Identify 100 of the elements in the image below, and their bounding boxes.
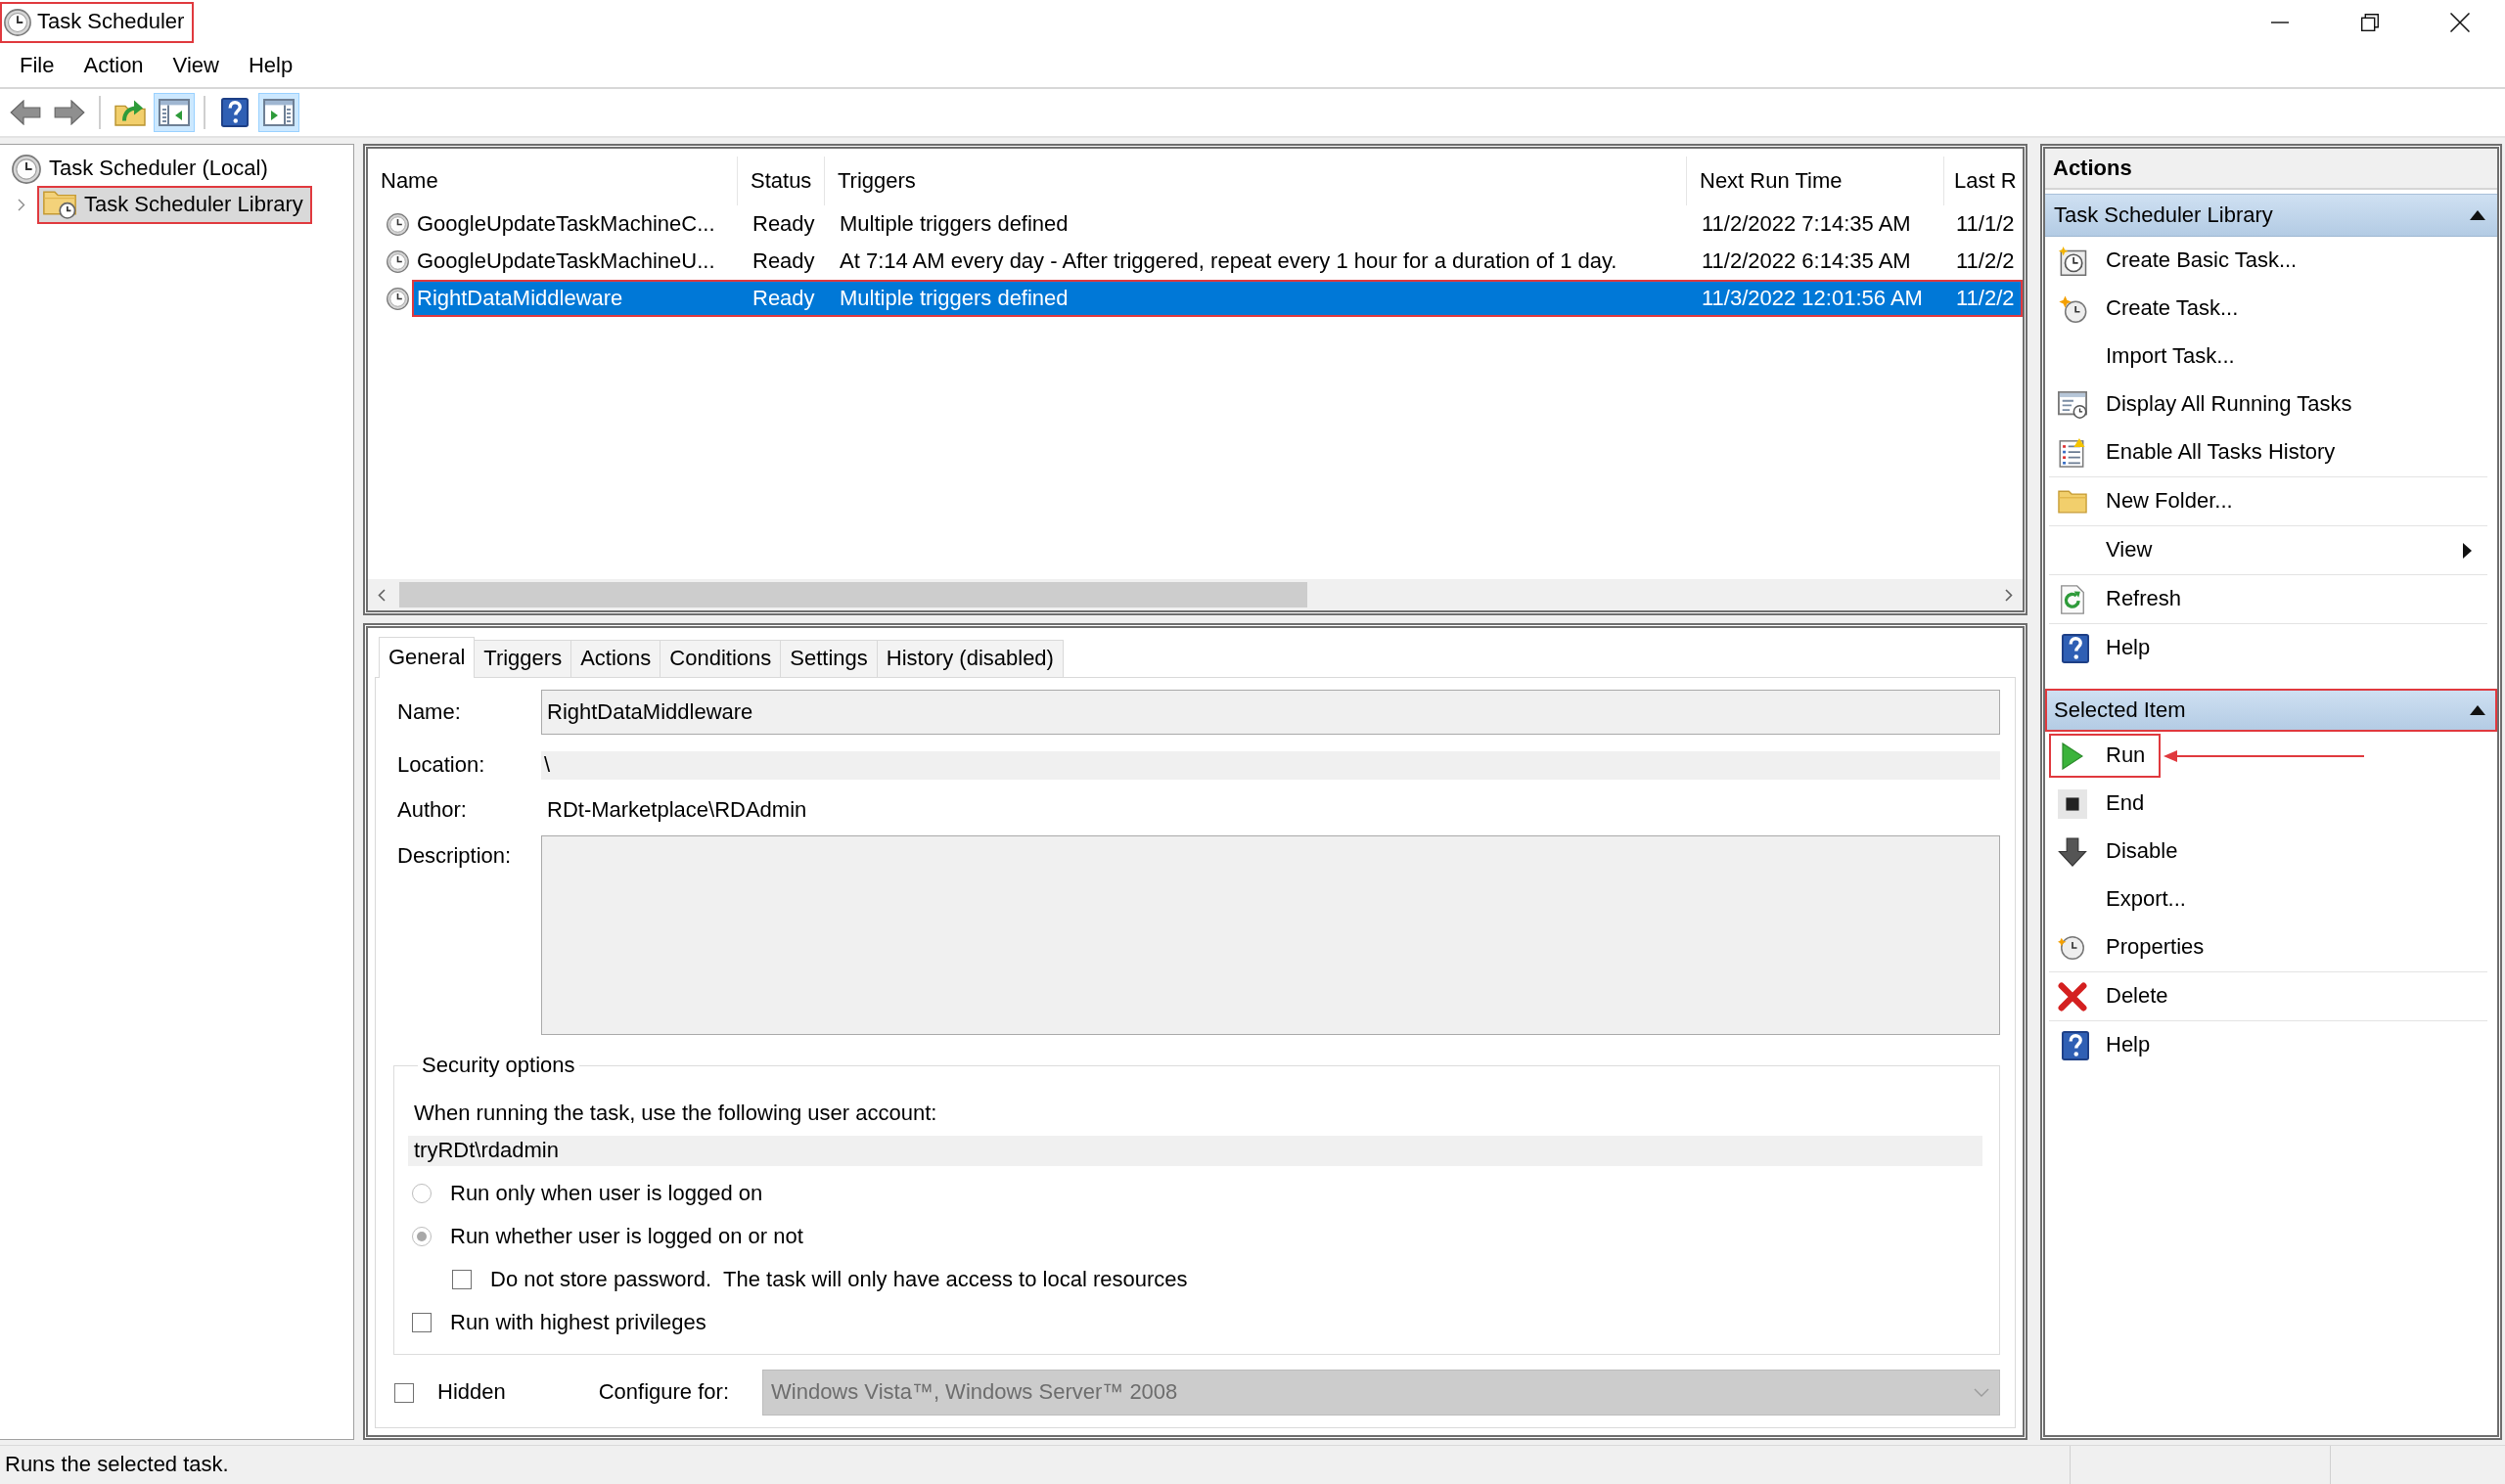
tab[interactable]: Conditions (660, 640, 782, 677)
horizontal-scrollbar[interactable] (368, 579, 2023, 610)
status-text: Runs the selected task. (5, 1452, 229, 1478)
checkbox[interactable] (394, 1382, 414, 1403)
user-account-field: tryRDt\rdadmin (408, 1136, 1982, 1166)
command-link[interactable]: Help (2049, 1023, 2166, 1067)
command-link[interactable]: Import Task... (2049, 335, 2251, 379)
column-header[interactable]: Last R (1944, 157, 2023, 205)
collapse-arrow-icon (2470, 210, 2485, 220)
clock-icon (387, 249, 409, 273)
play-icon (2062, 742, 2083, 770)
close-icon (2450, 12, 2470, 32)
location-field: \ (541, 751, 2000, 780)
folder-clock-icon (43, 191, 76, 219)
clock-sparkle-icon (2058, 246, 2087, 276)
field-label: Location: (397, 752, 486, 779)
option-label: Run whether user is logged on or not (450, 1223, 803, 1250)
command-link[interactable]: Create Basic Task... (2049, 239, 2313, 283)
tab[interactable]: History (disabled) (876, 640, 1064, 677)
table-cell-text: 11/2/2 (1955, 247, 2016, 275)
tab[interactable]: Actions (570, 640, 661, 677)
author-value: RDt-Marketplace\RDAdmin (546, 796, 807, 824)
forward-arrow-icon (54, 100, 85, 125)
group-title: Security options (421, 1053, 576, 1078)
list-icon (2058, 437, 2087, 468)
table-cell-text: Multiple triggers defined (839, 210, 1070, 238)
column-header[interactable]: Status (738, 157, 825, 205)
option-label: Run only when user is logged on (450, 1180, 763, 1207)
collapse-arrow-icon (2470, 705, 2485, 715)
folder-arrow-icon (114, 99, 146, 126)
scroll-right-icon[interactable] (2005, 588, 2013, 602)
scrollbar-thumb[interactable] (399, 582, 1307, 607)
minimize-icon (2271, 21, 2289, 23)
account-prompt: When running the task, use the following user account: (413, 1100, 938, 1127)
radio-button[interactable] (412, 1227, 432, 1246)
menu-item[interactable]: Help (233, 46, 308, 85)
tab[interactable]: Settings (780, 640, 878, 677)
pane-icon (159, 99, 190, 126)
clock-sparkle-icon (2058, 293, 2087, 324)
command-link[interactable]: Disable (2049, 830, 2194, 874)
console-tree-button[interactable] (154, 93, 195, 132)
table-cell-text: Ready (752, 247, 816, 275)
command-link[interactable]: New Folder... (2049, 479, 2249, 523)
table-cell-text: 11/3/2022 12:01:56 AM (1701, 285, 1924, 312)
radio-button[interactable] (412, 1184, 432, 1203)
table-cell-text: 11/1/2 (1955, 210, 2016, 238)
column-header[interactable]: Next Run Time (1687, 157, 1944, 205)
option-label: Do not store password. The task will only have access to local resources (490, 1266, 1188, 1293)
field-label: Author: (397, 796, 468, 824)
table-cell-text: 11/2/2022 7:14:35 AM (1701, 210, 1912, 238)
option-label: Hidden (437, 1379, 506, 1406)
command-link[interactable]: Create Task... (2049, 287, 2254, 331)
command-link[interactable]: Properties (2049, 925, 2220, 969)
table-cell-text: Ready (752, 210, 816, 238)
command-link[interactable]: Delete (2049, 974, 2184, 1018)
menu-item[interactable]: View (158, 46, 234, 85)
command-link[interactable]: Enable All Tasks History (2049, 430, 2351, 474)
menu-item[interactable]: Action (68, 46, 159, 85)
command-link[interactable]: Run (2049, 734, 2162, 778)
menu-item[interactable]: File (5, 46, 69, 85)
tab[interactable]: Triggers (474, 640, 572, 677)
command-link[interactable]: Display All Running Tasks (2049, 382, 2368, 427)
section-header[interactable]: Selected Item (2045, 689, 2497, 732)
scroll-left-icon[interactable] (378, 588, 386, 602)
submenu-arrow-icon (2463, 542, 2472, 559)
tree-item[interactable]: Task Scheduler Library (37, 186, 312, 224)
side-pane-button[interactable] (258, 93, 299, 132)
command-link[interactable]: Refresh (2049, 577, 2198, 621)
task-row[interactable]: RightDataMiddleware Ready Multiple triggers defined 11/3/2022 12:01:56 AM 11/2/2 (412, 280, 2023, 317)
checkbox[interactable] (452, 1270, 472, 1289)
field-label: Name: (397, 698, 462, 726)
pane-title: Actions (2045, 149, 2497, 190)
name-field[interactable]: RightDataMiddleware (541, 690, 2000, 735)
table-cell-text: 11/2/2 (1955, 285, 2016, 312)
task-row[interactable]: GoogleUpdateTaskMachineC... Ready Multiple triggers defined 11/2/2022 7:14:35 AM 11/1/2 (412, 205, 2023, 243)
command-link[interactable]: Help (2049, 626, 2166, 670)
column-header[interactable]: Triggers (825, 157, 1687, 205)
command-link[interactable]: View (2049, 528, 2487, 572)
pane-icon (263, 99, 295, 126)
column-header[interactable]: Name (368, 157, 738, 205)
section-header[interactable]: Task Scheduler Library (2045, 194, 2497, 237)
tab[interactable]: General (379, 637, 476, 678)
table-cell-text: 11/2/2022 6:14:35 AM (1701, 247, 1912, 275)
refresh-icon (2058, 584, 2087, 614)
back-arrow-icon (10, 100, 41, 125)
table-cell-text: RightDataMiddleware (416, 285, 624, 312)
field-label: Description: (397, 843, 513, 870)
down-arrow-icon (2058, 836, 2087, 867)
command-link[interactable]: End (2049, 782, 2161, 826)
tree-item[interactable]: Task Scheduler (Local) (6, 150, 277, 188)
checkbox[interactable] (412, 1313, 432, 1332)
clock-icon (387, 212, 409, 236)
clock-icon (12, 154, 41, 184)
description-field[interactable] (541, 835, 2000, 1035)
task-row[interactable]: GoogleUpdateTaskMachineU... Ready At 7:14 AM every day - After triggered, repeat every 1 hour for a duration of 1 day. 11/2/2022 6:14:35 AM 11/2/2 (412, 243, 2023, 280)
chevron-right-icon[interactable] (18, 199, 25, 211)
command-link[interactable]: Export... (2049, 877, 2202, 922)
table-cell-text: Ready (752, 285, 816, 312)
field-label: Configure for: (598, 1379, 729, 1406)
table-cell-text: Multiple triggers defined (839, 285, 1070, 312)
